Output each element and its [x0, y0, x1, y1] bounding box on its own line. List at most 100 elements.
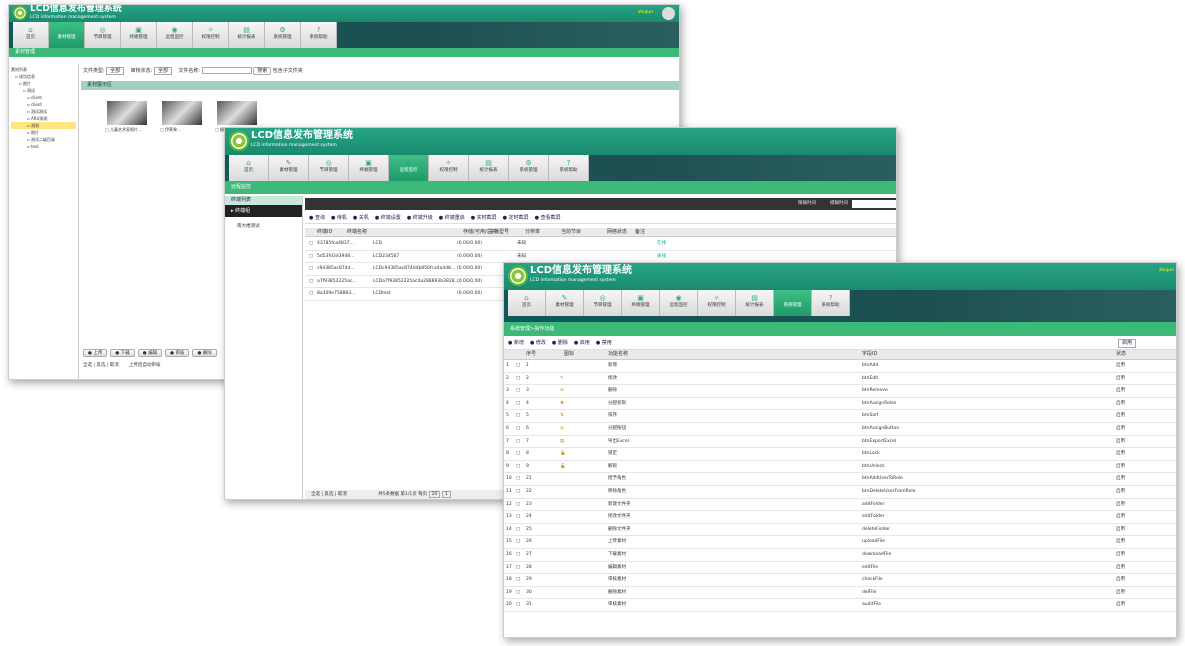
nav-item-0[interactable]: ⌂ 首页: [13, 22, 49, 48]
table-row[interactable]: 6 ▢ 6 ◎ 分配按钮 btnAssignButton 启用: [504, 423, 1176, 436]
thumbnail-image[interactable]: [107, 101, 147, 125]
table-row[interactable]: 2 ▢ 2 ✎ 修改 btnEdit 启用: [504, 373, 1176, 386]
row-checkbox[interactable]: ▢: [516, 410, 520, 422]
toolbar-button[interactable]: ● 终端设置: [375, 215, 401, 221]
action-button[interactable]: ● 审核: [165, 349, 190, 357]
row-checkbox[interactable]: ▢: [516, 398, 520, 410]
row-checkbox[interactable]: ▢: [516, 511, 520, 523]
row-checkbox[interactable]: ▢: [309, 263, 313, 275]
toolbar-button[interactable]: ● 待机: [331, 215, 347, 221]
table-row[interactable]: ▢ 43785fca4837... LCD (0.00/0.00) 未知 在线: [305, 238, 896, 251]
tree-item[interactable]: ▫ 测试: [11, 87, 76, 94]
column-header[interactable]: 功能名称: [608, 350, 628, 359]
column-header[interactable]: 当前节目: [561, 228, 581, 237]
nav-item-3[interactable]: ▣ 终端管理: [349, 155, 389, 181]
time-option-2[interactable]: 模糊时间: [830, 200, 848, 206]
row-checkbox[interactable]: ▢: [516, 574, 520, 586]
nav-item-3[interactable]: ▣ 终端管理: [622, 290, 660, 316]
action-button[interactable]: ● 上传: [83, 349, 108, 357]
thumbnail-image[interactable]: [162, 101, 202, 125]
row-checkbox[interactable]: ▢: [516, 436, 520, 448]
table-row[interactable]: 13 ▢ 24 修改文件夹 editFolder 启用: [504, 511, 1176, 524]
nav-item-6[interactable]: ▤ 统计报表: [469, 155, 509, 181]
row-checkbox[interactable]: ▢: [516, 461, 520, 473]
toolbar-button[interactable]: ● 实时截屏: [471, 215, 497, 221]
table-row[interactable]: 1 ▢ 1 新增 btnAdd 启用: [504, 360, 1176, 373]
search-input[interactable]: [852, 200, 896, 208]
column-header[interactable]: 图标: [564, 350, 574, 359]
tree-item[interactable]: ▫ 测试二级目录: [11, 136, 76, 143]
nav-item-5[interactable]: ✧ 权限控制: [193, 22, 229, 48]
table-row[interactable]: 14 ▢ 25 删除文件夹 deleteFolder 启用: [504, 524, 1176, 537]
toolbar-button[interactable]: ● 禁用: [596, 340, 612, 346]
toolbar-button[interactable]: ● 新增: [508, 340, 524, 346]
row-checkbox[interactable]: ▢: [309, 238, 313, 250]
column-header[interactable]: 备注: [635, 228, 645, 237]
row-checkbox[interactable]: ▢: [516, 499, 520, 511]
table-row[interactable]: 3 ▢ 3 ⊘ 删除 btnRemove 启用: [504, 385, 1176, 398]
row-checkbox[interactable]: ▢: [516, 360, 520, 372]
nav-item-2[interactable]: ◎ 节目管理: [584, 290, 622, 316]
table-row[interactable]: 19 ▢ 30 删除素材 delFile 启用: [504, 587, 1176, 600]
tree-item[interactable]: ▫ client: [11, 94, 76, 101]
table-row[interactable]: 15 ▢ 26 上传素材 uploadFile 启用: [504, 536, 1176, 549]
table-row[interactable]: 7 ▢ 7 ▤ 导出Excel btnExportExcel 启用: [504, 436, 1176, 449]
nav-item-1[interactable]: ✎ 素材管理: [49, 22, 85, 48]
nav-item-2[interactable]: ◎ 节目管理: [85, 22, 121, 48]
column-header[interactable]: 网络状态: [607, 228, 627, 237]
group-item[interactable]: ▸ 终端组: [225, 205, 302, 217]
table-row[interactable]: 12 ▢ 23 新建文件夹 addFolder 启用: [504, 499, 1176, 512]
nav-item-8[interactable]: ? 系统帮助: [301, 22, 337, 48]
tree-item[interactable]: ▫ client: [11, 101, 76, 108]
nav-item-7[interactable]: ⚙ 系统管理: [265, 22, 301, 48]
table-row[interactable]: 20 ▢ 31 审核素材 auditFile 启用: [504, 599, 1176, 612]
table-row[interactable]: 11 ▢ 22 移除角色 btnDeleteUserFromRole 启用: [504, 486, 1176, 499]
tree-item[interactable]: ▫ 测试测试: [11, 108, 76, 115]
column-header[interactable]: 终端ID: [317, 228, 332, 237]
row-checkbox[interactable]: ▢: [516, 473, 520, 485]
column-header[interactable]: 终端名称: [347, 228, 367, 237]
nav-item-5[interactable]: ✧ 权限控制: [429, 155, 469, 181]
column-header[interactable]: 字段ID: [862, 350, 877, 359]
tree-item[interactable]: ▫ 图片: [11, 129, 76, 136]
action-button[interactable]: ● 删除: [192, 349, 217, 357]
row-checkbox[interactable]: ▢: [516, 536, 520, 548]
page-number[interactable]: 1: [441, 491, 451, 498]
auto-audit-checkbox[interactable]: 上传后自动审核: [129, 362, 161, 368]
footer-select[interactable]: 全选 | 反选 | 取消: [83, 362, 119, 368]
nav-item-4[interactable]: ◉ 远程监控: [157, 22, 193, 48]
nav-item-6[interactable]: ▤ 统计报表: [229, 22, 265, 48]
search-button[interactable]: 搜索: [253, 67, 272, 75]
user-name[interactable]: zhujun: [1159, 268, 1174, 273]
column-header[interactable]: 序号: [526, 350, 536, 359]
row-checkbox[interactable]: ▢: [309, 251, 313, 263]
column-header[interactable]: 主板型号: [489, 228, 509, 237]
row-checkbox[interactable]: ▢: [309, 288, 313, 300]
row-checkbox[interactable]: ▢: [516, 373, 520, 385]
nav-item-4[interactable]: ◉ 远程监控: [660, 290, 698, 316]
tree-item[interactable]: ▫ 测测: [11, 122, 76, 129]
toolbar-button[interactable]: ● 启用: [574, 340, 590, 346]
user-name[interactable]: zhujun: [638, 10, 653, 15]
page-size[interactable]: 20: [428, 491, 441, 498]
nav-item-5[interactable]: ✧ 权限控制: [698, 290, 736, 316]
table-row[interactable]: 4 ▢ 4 ♣ 分配权限 btnAssignRoles 启用: [504, 398, 1176, 411]
audit-select[interactable]: 全部: [153, 67, 172, 75]
thumbnail-image[interactable]: [217, 101, 257, 125]
nav-item-4[interactable]: ◉ 远程监控: [389, 155, 429, 181]
table-row[interactable]: 17 ▢ 28 编辑素材 editFile 启用: [504, 562, 1176, 575]
table-row[interactable]: 8 ▢ 8 🔒 锁定 btnLock 启用: [504, 448, 1176, 461]
nav-item-1[interactable]: ✎ 素材管理: [546, 290, 584, 316]
tree-item[interactable]: ▫ 成功信息: [11, 73, 76, 80]
status-filter[interactable]: 启用: [1117, 339, 1136, 348]
column-header[interactable]: 状态: [1116, 350, 1126, 359]
action-button[interactable]: ● 编辑: [137, 349, 163, 357]
name-input[interactable]: [201, 67, 252, 74]
nav-item-8[interactable]: ? 系统帮助: [549, 155, 589, 181]
toolbar-button[interactable]: ● 定时截屏: [503, 215, 529, 221]
nav-item-6[interactable]: ▤ 统计报表: [736, 290, 774, 316]
pager-select[interactable]: 全选 | 反选 | 取消: [311, 492, 347, 497]
toolbar-button[interactable]: ● 查看截屏: [535, 215, 561, 221]
row-checkbox[interactable]: ▢: [516, 599, 520, 611]
nav-item-7[interactable]: ⚙ 系统管理: [509, 155, 549, 181]
